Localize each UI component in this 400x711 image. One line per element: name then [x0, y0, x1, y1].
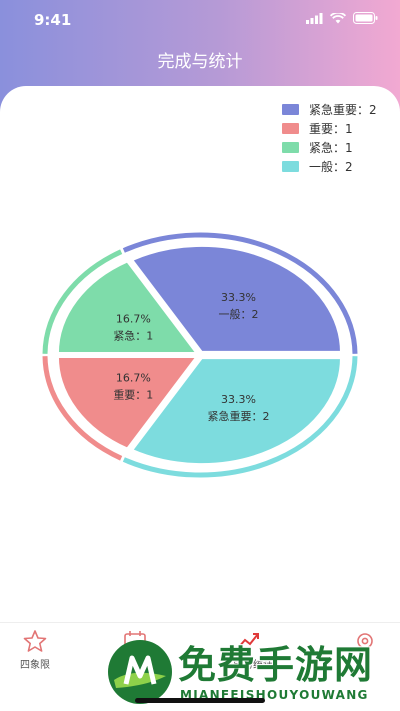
- pie-percent-label: 33.3%: [221, 291, 256, 304]
- legend-label: 重要：1: [309, 122, 353, 136]
- legend-item: 重要：1: [282, 119, 377, 138]
- legend-item: 紧急：1: [282, 138, 377, 157]
- legend-swatch: [282, 123, 299, 134]
- legend-swatch: [282, 104, 299, 115]
- page-title: 完成与统计: [157, 52, 243, 72]
- pie-count-label: 一般：2: [219, 308, 259, 321]
- legend-swatch: [282, 142, 299, 153]
- pie-percent-label: 33.3%: [221, 393, 256, 406]
- legend-swatch: [282, 161, 299, 172]
- legend-label: 一般：2: [309, 160, 353, 174]
- star-icon: [23, 630, 47, 652]
- legend-label: 紧急：1: [309, 141, 353, 155]
- watermark-logo-icon: [108, 640, 172, 704]
- status-time: 9:41: [34, 11, 72, 29]
- legend-item: 一般：2: [282, 157, 377, 176]
- tab-quadrant[interactable]: 四象限: [5, 629, 65, 671]
- pie-count-label: 重要：1: [113, 387, 153, 401]
- battery-icon: [353, 12, 378, 24]
- status-bar: 9:41: [0, 0, 400, 40]
- watermark-text: 免费手游网: [178, 643, 374, 687]
- legend-label: 紧急重要：2: [309, 103, 377, 117]
- chart-legend: 紧急重要：2 重要：1 紧急：1 一般：2: [282, 100, 377, 176]
- pie-percent-label: 16.7%: [116, 371, 151, 384]
- status-icons: [306, 12, 378, 24]
- pie-count-label: 紧急：1: [113, 329, 153, 343]
- tab-label: 四象限: [20, 660, 50, 671]
- signal-icon: [306, 12, 323, 24]
- legend-item: 紧急重要：2: [282, 100, 377, 119]
- pie-percent-label: 16.7%: [116, 313, 151, 326]
- pie-count-label: 紧急重要：2: [208, 409, 270, 423]
- pie-chart: 33.3% 一般：2 33.3% 紧急重要：2 16.7% 重要：1 16.7% 紧急：1: [42, 232, 358, 478]
- wifi-icon: [330, 12, 346, 23]
- home-indicator: [135, 698, 265, 703]
